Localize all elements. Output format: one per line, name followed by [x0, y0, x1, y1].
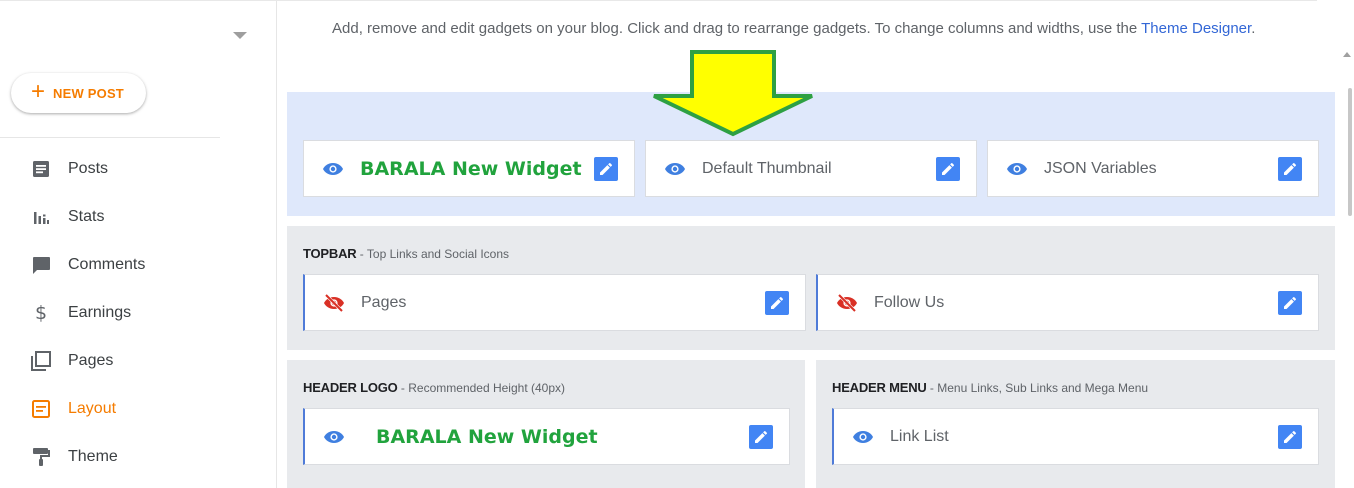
eye-icon[interactable] [322, 425, 346, 449]
gadget-label: Link List [890, 427, 949, 445]
edit-pencil-icon[interactable] [1278, 157, 1302, 181]
gadget-label: JSON Variables [1044, 159, 1157, 177]
eye-off-icon[interactable] [322, 291, 346, 315]
section-subtitle: - Top Links and Social Icons [356, 247, 509, 261]
gadget-json-variables[interactable]: JSON Variables [987, 140, 1319, 197]
eye-icon[interactable] [663, 157, 687, 181]
top-divider [0, 0, 277, 1]
new-post-label: NEW POST [53, 85, 124, 101]
scroll-up-arrow-icon[interactable] [1343, 52, 1351, 57]
section-subtitle: - Recommended Height (40px) [397, 381, 566, 395]
blog-selector-dropdown-icon[interactable] [233, 32, 247, 39]
pages-icon [30, 350, 52, 372]
edit-pencil-icon[interactable] [765, 291, 789, 315]
gadget-label: BARALA New Widget [360, 157, 582, 180]
annotation-arrow-icon [653, 50, 813, 137]
sidebar-item-layout[interactable]: Layout [0, 385, 277, 433]
gadget-barala-new-widget[interactable]: BARALA New Widget [303, 140, 635, 197]
sidebar-item-theme[interactable]: Theme [0, 433, 277, 481]
comments-icon [30, 254, 52, 276]
sidebar: + NEW POST Posts Stats Comments $ Earnin… [0, 0, 277, 488]
section-title: HEADER MENU - Menu Links, Sub Links and … [832, 380, 1148, 395]
paint-roller-icon [30, 446, 52, 468]
sidebar-item-comments[interactable]: Comments [0, 241, 277, 289]
section-header-menu: HEADER MENU - Menu Links, Sub Links and … [816, 360, 1335, 488]
section-header-logo: HEADER LOGO - Recommended Height (40px) … [287, 360, 805, 488]
posts-icon [30, 158, 52, 180]
edit-pencil-icon[interactable] [1278, 291, 1302, 315]
section-title: TOPBAR - Top Links and Social Icons [303, 246, 509, 261]
gadget-label: Pages [361, 293, 407, 311]
edit-pencil-icon[interactable] [936, 157, 960, 181]
top-divider [277, 0, 1317, 1]
layout-icon [30, 398, 52, 420]
layout-description: Add, remove and edit gadgets on your blo… [332, 20, 1255, 37]
section-topbar: TOPBAR - Top Links and Social Icons Page… [287, 226, 1335, 350]
section-title: HEADER LOGO - Recommended Height (40px) [303, 380, 565, 395]
new-post-button[interactable]: + NEW POST [11, 73, 146, 113]
section-title-name: TOPBAR [303, 246, 357, 261]
section-subtitle: - Menu Links, Sub Links and Mega Menu [926, 381, 1149, 395]
sidebar-item-label: Earnings [68, 304, 132, 321]
gadget-label: Default Thumbnail [702, 159, 832, 177]
section-title-name: HEADER LOGO [303, 380, 398, 395]
sidebar-nav: Posts Stats Comments $ Earnings Pages La… [0, 145, 277, 481]
dollar-icon: $ [34, 302, 48, 324]
gadget-link-list[interactable]: Link List [832, 408, 1319, 465]
section-title-name: HEADER MENU [832, 380, 927, 395]
sidebar-item-label: Comments [68, 256, 146, 273]
gadget-label: BARALA New Widget [376, 425, 598, 448]
gadget-default-thumbnail[interactable]: Default Thumbnail [645, 140, 977, 197]
description-text: Add, remove and edit gadgets on your blo… [332, 20, 1138, 37]
gadget-follow-us[interactable]: Follow Us [816, 274, 1319, 331]
eye-icon[interactable] [321, 157, 345, 181]
eye-icon[interactable] [1005, 157, 1029, 181]
edit-pencil-icon[interactable] [594, 157, 618, 181]
stats-icon [30, 206, 52, 228]
description-period: . [1251, 20, 1256, 37]
gadget-pages[interactable]: Pages [303, 274, 806, 331]
scrollbar-thumb[interactable] [1348, 88, 1352, 216]
sidebar-item-label: Posts [68, 160, 109, 177]
edit-pencil-icon[interactable] [749, 425, 773, 449]
eye-off-icon[interactable] [835, 291, 859, 315]
sidebar-item-stats[interactable]: Stats [0, 193, 277, 241]
sidebar-item-pages[interactable]: Pages [0, 337, 277, 385]
gadget-label: Follow Us [874, 293, 945, 311]
sidebar-item-label: Pages [68, 352, 114, 369]
theme-designer-link[interactable]: Theme Designer [1141, 20, 1251, 37]
eye-icon[interactable] [851, 425, 875, 449]
sidebar-divider [0, 137, 220, 138]
sidebar-item-label: Stats [68, 208, 105, 225]
sidebar-item-label: Layout [68, 400, 117, 417]
sidebar-item-label: Theme [68, 448, 118, 465]
layout-editor: Add, remove and edit gadgets on your blo… [277, 0, 1354, 488]
gadget-barala-new-widget-header[interactable]: BARALA New Widget [303, 408, 790, 465]
plus-icon: + [31, 78, 46, 105]
edit-pencil-icon[interactable] [1278, 425, 1302, 449]
sidebar-item-earnings[interactable]: $ Earnings [0, 289, 277, 337]
sidebar-item-posts[interactable]: Posts [0, 145, 277, 193]
